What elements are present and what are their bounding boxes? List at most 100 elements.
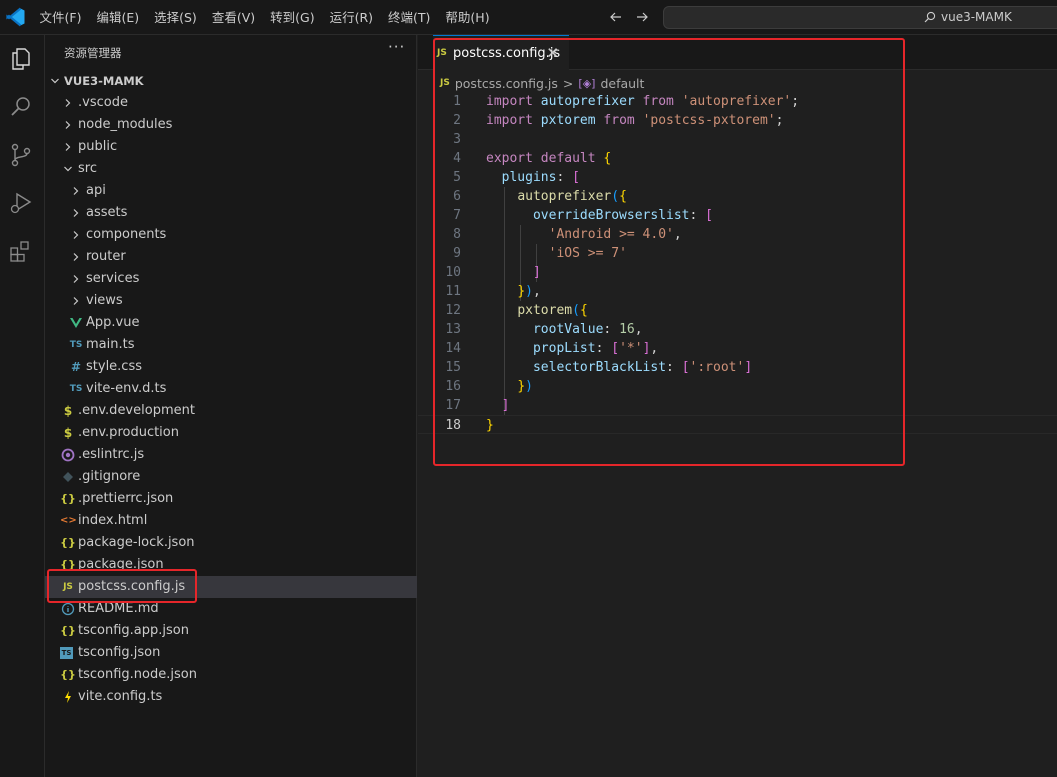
chevron-right-icon (65, 143, 71, 151)
code-text: propList: ['*'], (532, 341, 659, 356)
tree-item-label: node_modules (78, 117, 173, 132)
code-line: 13 rootValue: 16, (418, 320, 1057, 339)
menu-help[interactable]: 帮助(H) (438, 0, 497, 35)
tab-label: postcss.config.js (453, 45, 561, 61)
tree-item-label: assets (86, 205, 128, 220)
tree-file-package-json[interactable]: {} package.json (45, 554, 417, 576)
extensions-icon[interactable] (8, 238, 34, 264)
tree-file-eslintrc[interactable]: .eslintrc.js (45, 444, 417, 466)
command-center-search[interactable]: vue3-MAMK (663, 6, 1057, 29)
tree-item-label: tsconfig.app.json (78, 623, 189, 638)
tree-file-tsconfig-app[interactable]: {} tsconfig.app.json (45, 620, 417, 642)
line-number: 15 (445, 360, 461, 375)
tree-item-label: index.html (78, 513, 148, 528)
breadcrumb-separator-icon: > (562, 75, 574, 91)
code-text: export default { (486, 151, 612, 166)
vue-file-icon (70, 318, 82, 328)
js-file-icon: JS (440, 78, 450, 88)
tree-folder-components[interactable]: components (45, 224, 417, 246)
explorer-icon[interactable] (8, 46, 34, 72)
close-icon[interactable]: ✕ (546, 45, 559, 61)
source-control-icon[interactable] (8, 142, 34, 168)
explorer-title: 资源管理器 (64, 46, 122, 60)
tree-file-main-ts[interactable]: TS main.ts (45, 334, 417, 356)
activity-bar (0, 35, 45, 777)
breadcrumb-file[interactable]: postcss.config.js (455, 76, 558, 91)
tree-file-tsconfig-node[interactable]: {} tsconfig.node.json (45, 664, 417, 686)
menu-selection[interactable]: 选择(S) (147, 0, 205, 35)
menu-edit[interactable]: 编辑(E) (89, 0, 147, 35)
editor-area: JS postcss.config.js ✕ JS postcss.config… (418, 35, 1057, 777)
tree-item-label: postcss.config.js (78, 579, 186, 594)
tree-item-label: .eslintrc.js (78, 447, 145, 462)
tree-file-tsconfig[interactable]: TS tsconfig.json (45, 642, 417, 664)
tree-file-postcss-config[interactable]: JS postcss.config.js (45, 576, 417, 598)
tree-file-style-css[interactable]: # style.css (45, 356, 417, 378)
ts-file-icon: TS (69, 384, 83, 394)
code-line: 17 ] (418, 396, 1057, 415)
menu-go[interactable]: 转到(G) (263, 0, 322, 35)
run-debug-icon[interactable] (8, 190, 34, 216)
tree-file-gitignore[interactable]: .gitignore (45, 466, 417, 488)
line-number: 1 (453, 94, 461, 109)
line-number: 14 (445, 341, 461, 356)
tree-folder-api[interactable]: api (45, 180, 417, 202)
json-file-icon: {} (60, 492, 76, 505)
tree-folder-vscode[interactable]: .vscode (45, 92, 417, 114)
tree-file-env-development[interactable]: $ .env.development (45, 400, 417, 422)
tree-file-env-production[interactable]: $ .env.production (45, 422, 417, 444)
search-icon[interactable] (8, 94, 34, 120)
tree-folder-node-modules[interactable]: node_modules (45, 114, 417, 136)
line-number: 10 (445, 265, 461, 280)
code-editor[interactable]: 1 import autoprefixer from 'autoprefixer'… (418, 92, 1057, 434)
menu-run[interactable]: 运行(R) (322, 0, 380, 35)
menu-file[interactable]: 文件(F) (32, 0, 89, 35)
back-arrow-icon[interactable] (608, 9, 624, 25)
tree-folder-router[interactable]: router (45, 246, 417, 268)
tree-item-label: components (86, 227, 167, 242)
env-file-icon: $ (63, 404, 73, 418)
tree-item-label: .gitignore (78, 469, 141, 484)
tree-file-index-html[interactable]: <> index.html (45, 510, 417, 532)
tree-file-package-lock[interactable]: {} package-lock.json (45, 532, 417, 554)
menu-terminal[interactable]: 终端(T) (381, 0, 438, 35)
forward-arrow-icon[interactable] (634, 9, 650, 25)
tree-file-prettierrc[interactable]: {} .prettierrc.json (45, 488, 417, 510)
explorer-sidebar: 资源管理器 ··· VUE3-MAMK .vscode node_modules… (45, 35, 417, 777)
tsconfig-file-icon: TS (60, 647, 73, 659)
tree-file-vite-config[interactable]: vite.config.ts (45, 686, 417, 708)
breadcrumb-symbol[interactable]: default (600, 76, 644, 91)
tree-item-label: services (86, 271, 140, 286)
code-line: 11 }), (418, 282, 1057, 301)
vscode-logo-icon[interactable] (6, 7, 26, 27)
tree-item-label: public (78, 139, 118, 154)
tree-root-folder[interactable]: VUE3-MAMK (45, 70, 417, 92)
tree-folder-src[interactable]: src (45, 158, 417, 180)
tree-folder-public[interactable]: public (45, 136, 417, 158)
tree-item-label: views (86, 293, 123, 308)
vite-file-icon (65, 691, 71, 703)
line-number: 2 (453, 113, 461, 128)
code-line: 9 'iOS >= 7' (418, 244, 1057, 263)
code-line: 7 overrideBrowserslist: [ (418, 206, 1057, 225)
code-line: 10 ] (418, 263, 1057, 282)
tree-folder-services[interactable]: services (45, 268, 417, 290)
code-text: pxtorem({ (517, 303, 588, 318)
tree-item-label: package-lock.json (78, 535, 195, 550)
tree-folder-assets[interactable]: assets (45, 202, 417, 224)
code-text: import pxtorem from 'postcss-pxtorem'; (486, 113, 784, 128)
line-number: 5 (453, 170, 461, 185)
tree-folder-views[interactable]: views (45, 290, 417, 312)
breadcrumb: JS postcss.config.js > [◈] default (440, 73, 644, 93)
tree-file-app-vue[interactable]: App.vue (45, 312, 417, 334)
code-line: 14 propList: ['*'], (418, 339, 1057, 358)
tree-file-readme[interactable]: README.md (45, 598, 417, 620)
tree-file-vite-env[interactable]: TS vite-env.d.ts (45, 378, 417, 400)
search-icon (924, 11, 936, 23)
title-bar: 文件(F) 编辑(E) 选择(S) 查看(V) 转到(G) 运行(R) 终端(T… (0, 0, 1057, 35)
more-actions-icon[interactable]: ··· (388, 38, 405, 56)
chevron-right-icon (65, 99, 71, 107)
tree-item-label: .prettierrc.json (78, 491, 174, 506)
menu-view[interactable]: 查看(V) (204, 0, 262, 35)
tab-postcss-config[interactable]: JS postcss.config.js ✕ (433, 35, 569, 70)
